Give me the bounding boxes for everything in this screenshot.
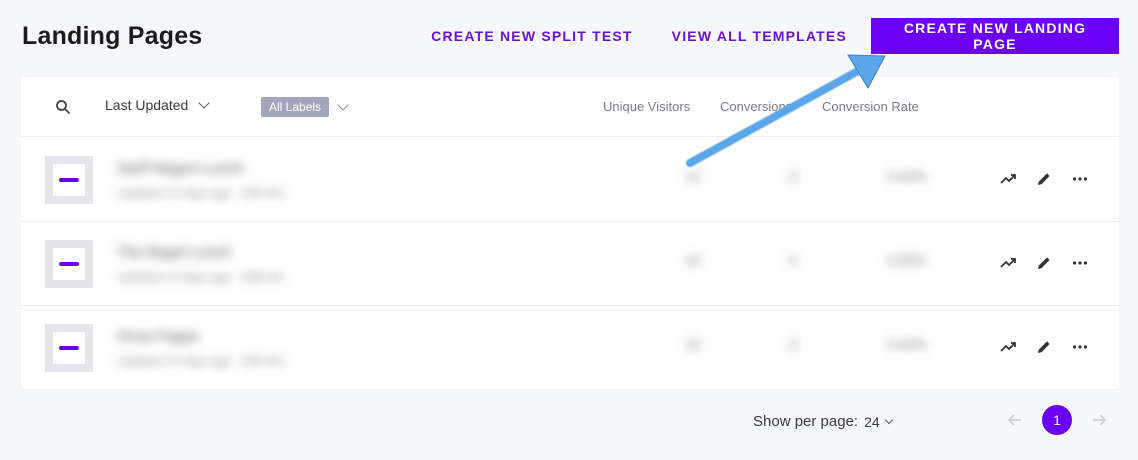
row-actions [981,338,1089,356]
page-thumbnail[interactable] [45,324,93,372]
more-icon[interactable] [1071,254,1089,272]
pencil-icon[interactable] [1035,170,1053,188]
trending-up-icon[interactable] [999,338,1017,356]
table-row[interactable]: The Bagel Lunch Updated 12 days ago · Ed… [21,222,1119,306]
table-row[interactable]: Grow Pages Updated 14 days ago · Edit li… [21,306,1119,389]
per-page-selector[interactable]: Show per page: 24 [753,413,893,430]
arrow-left-icon[interactable] [1000,405,1030,435]
page-name[interactable]: Grow Pages [117,328,200,345]
sort-dropdown[interactable]: Last Updated [105,97,210,113]
landing-pages-card: Last Updated All Labels Unique Visitors … [21,77,1119,389]
rate-value: 0.00% [887,336,927,352]
page-name[interactable]: Stuff Wagon Lunch [117,160,244,177]
page-thumbnail[interactable] [45,240,93,288]
chevron-down-icon [337,99,349,111]
column-header-conversion-rate[interactable]: Conversion Rate [822,99,919,114]
sort-value: Last Updated [105,97,189,113]
visitors-value: 10 [685,252,701,268]
arrow-right-icon[interactable] [1084,405,1114,435]
row-actions [981,170,1089,188]
row-actions [981,254,1089,272]
more-icon[interactable] [1071,170,1089,188]
pencil-icon[interactable] [1035,254,1053,272]
per-page-value: 24 [864,413,880,430]
page-meta: Updated 12 days ago · Edit link [117,186,284,200]
page-name[interactable]: The Bagel Lunch [117,244,230,261]
conversions-value: 0 [789,168,797,184]
per-page-label: Show per page: [753,413,859,430]
pencil-icon[interactable] [1035,338,1053,356]
conversions-value: 0 [789,336,797,352]
create-split-test-button[interactable]: CREATE NEW SPLIT TEST [431,28,633,44]
chevron-down-icon [884,415,893,424]
trending-up-icon[interactable] [999,170,1017,188]
column-header-conversions[interactable]: Conversions [720,99,792,114]
more-icon[interactable] [1071,338,1089,356]
search-icon[interactable] [55,99,71,115]
table-row[interactable]: Stuff Wagon Lunch Updated 12 days ago · … [21,138,1119,222]
header-actions: CREATE NEW SPLIT TEST VIEW ALL TEMPLATES… [431,18,1119,54]
page-number-current[interactable]: 1 [1042,405,1072,435]
chevron-down-icon [198,97,210,109]
labels-filter-dropdown[interactable]: All Labels [261,97,349,117]
labels-chip: All Labels [261,97,330,117]
list-toolbar: Last Updated All Labels Unique Visitors … [21,77,1119,137]
visitors-value: 12 [685,168,701,184]
page-title: Landing Pages [22,22,203,50]
column-header-unique-visitors[interactable]: Unique Visitors [603,99,690,114]
page-meta: Updated 14 days ago · Edit link [117,354,284,368]
trending-up-icon[interactable] [999,254,1017,272]
conversions-value: 0 [789,252,797,268]
rate-value: 0.00% [887,168,927,184]
page-meta: Updated 12 days ago · Edit link [117,270,284,284]
rate-value: 0.00% [887,252,927,268]
pagination: 1 [1000,405,1114,435]
view-all-templates-button[interactable]: VIEW ALL TEMPLATES [672,28,847,44]
page-thumbnail[interactable] [45,156,93,204]
create-landing-page-button[interactable]: CREATE NEW LANDING PAGE [871,18,1119,54]
visitors-value: 10 [685,336,701,352]
